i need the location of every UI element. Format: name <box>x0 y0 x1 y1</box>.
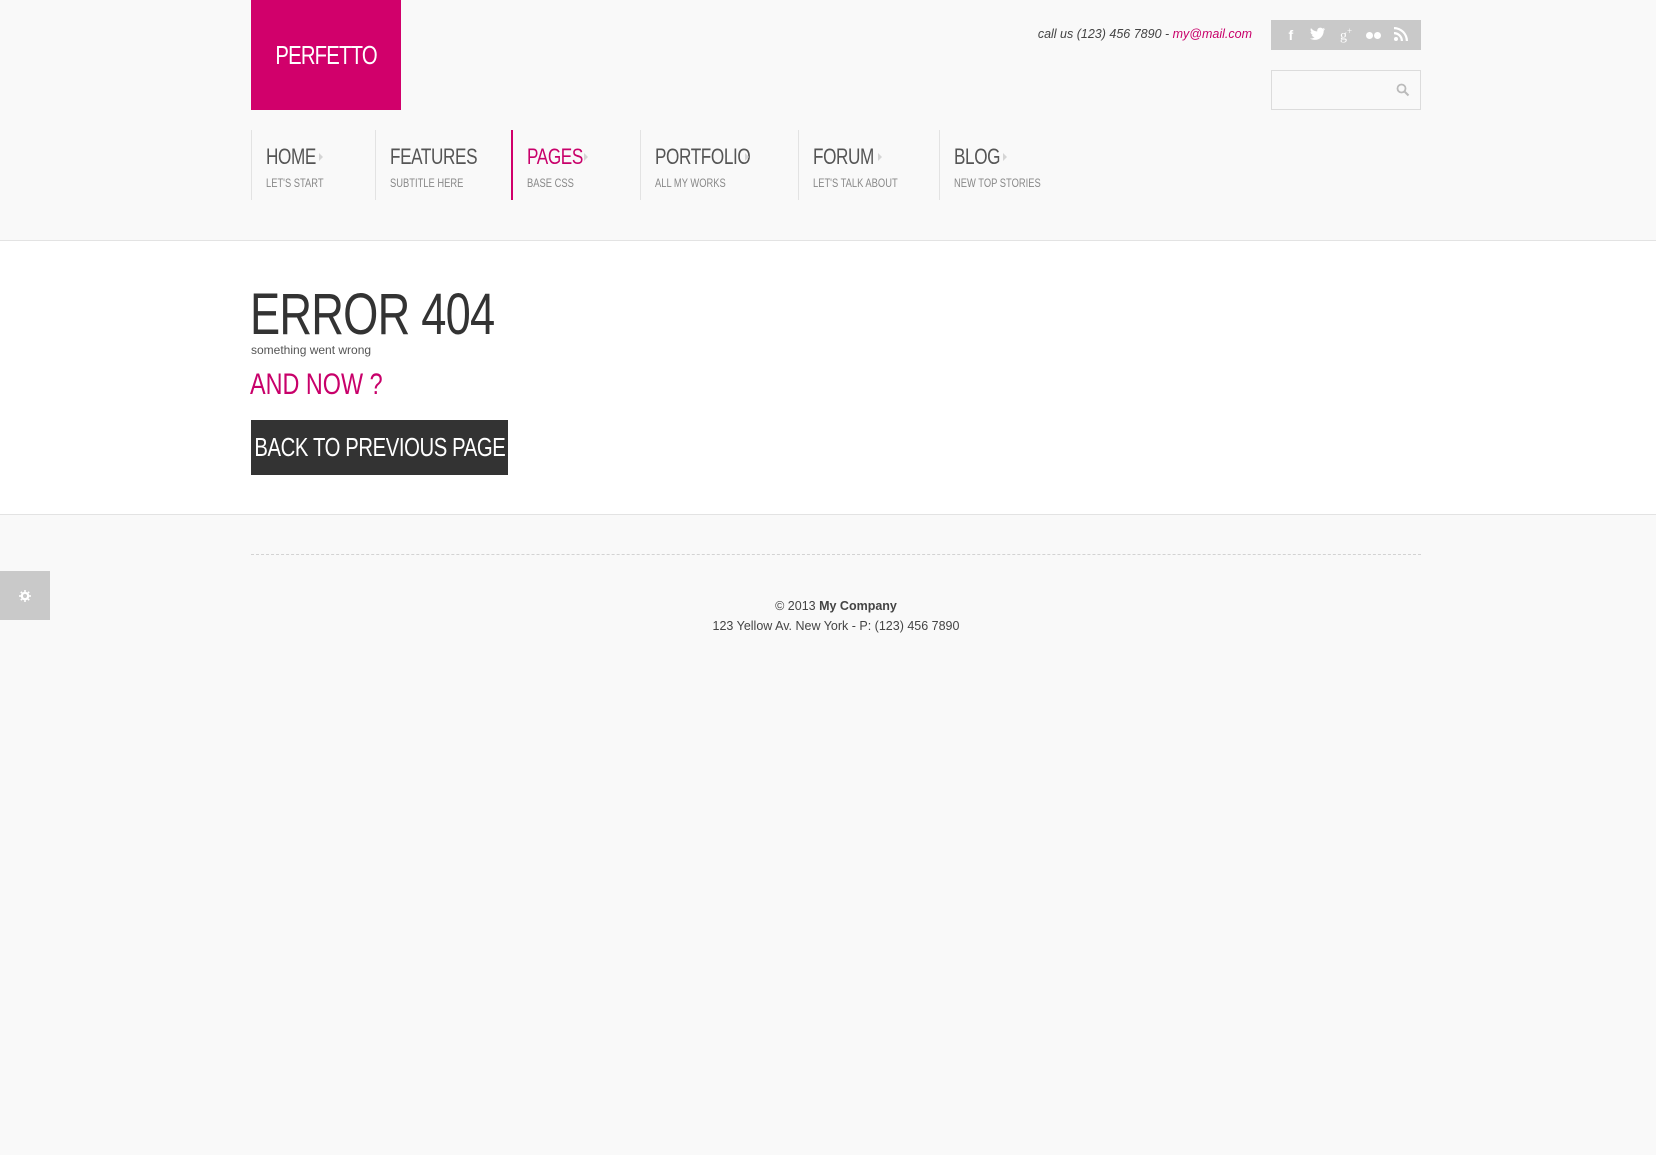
gear-icon <box>19 589 31 602</box>
google-plus-icon[interactable]: g+ <box>1334 26 1358 45</box>
nav-item-subtitle: LET'S START <box>266 176 324 190</box>
and-now-text: AND NOW ? <box>250 368 383 401</box>
nav-item-label: PAGES <box>527 144 583 169</box>
contact-email-link[interactable]: my@mail.com <box>1173 27 1252 41</box>
chevron-right-icon <box>584 153 588 161</box>
company-name: My Company <box>819 599 897 613</box>
nav-item-subtitle: SUBTITLE HERE <box>390 176 464 190</box>
footer-address: 123 Yellow Av. New York - P: (123) 456 7… <box>712 619 960 633</box>
logo-text: PERFETTO <box>275 39 377 70</box>
rss-icon[interactable] <box>1389 26 1413 44</box>
nav-item-forum[interactable]: FORUM LET'S TALK ABOUT <box>798 130 939 200</box>
nav-item-label: PORTFOLIO <box>655 144 751 169</box>
site-footer: © 2013 My Company 123 Yellow Av. New Yor… <box>0 596 1656 636</box>
nav-item-subtitle: NEW TOP STORIES <box>954 176 1041 190</box>
nav-item-home[interactable]: HOME LET'S START <box>251 130 375 200</box>
nav-item-label: FEATURES <box>390 144 478 169</box>
nav-item-portfolio[interactable]: PORTFOLIO ALL MY WORKS <box>640 130 798 200</box>
facebook-icon[interactable]: f <box>1279 27 1303 43</box>
nav-item-subtitle: LET'S TALK ABOUT <box>813 176 898 190</box>
chevron-right-icon <box>319 153 323 161</box>
error-title-text: ERROR 404 <box>250 282 495 347</box>
nav-item-pages[interactable]: PAGES BASE CSS <box>511 130 640 200</box>
settings-toggle[interactable] <box>0 571 50 620</box>
chevron-right-icon <box>1003 153 1007 161</box>
error-section: ERROR 404 something went wrong AND NOW ?… <box>0 241 1656 515</box>
nav-item-label: BLOG <box>954 144 1001 169</box>
error-title: ERROR 404 <box>250 281 563 348</box>
search-box <box>1271 70 1421 110</box>
footer-divider <box>251 554 1421 555</box>
nav-item-subtitle: ALL MY WORKS <box>655 176 726 190</box>
chevron-right-icon <box>878 153 882 161</box>
social-bar: f g+ <box>1271 20 1421 50</box>
nav-item-label: FORUM <box>813 144 874 169</box>
contact-info: call us (123) 456 7890 - my@mail.com <box>1038 27 1252 41</box>
chevron-right-icon <box>745 153 749 161</box>
nav-item-label: HOME <box>266 144 316 169</box>
back-to-previous-page-button[interactable]: BACK TO PREVIOUS PAGE <box>251 420 508 475</box>
contact-phone: call us (123) 456 7890 - <box>1037 27 1173 41</box>
copyright-text: © 2013 <box>775 599 820 613</box>
search-input[interactable] <box>1272 71 1382 109</box>
footer-copyright: © 2013 My Company <box>0 596 1656 616</box>
nav-item-features[interactable]: FEATURES SUBTITLE HERE <box>375 130 511 200</box>
nav-item-subtitle: BASE CSS <box>527 176 574 190</box>
error-subtitle: something went wrong <box>251 343 372 357</box>
site-header: PERFETTO call us (123) 456 7890 - my@mai… <box>0 0 1656 241</box>
back-button-label: BACK TO PREVIOUS PAGE <box>253 432 506 462</box>
flickr-icon[interactable] <box>1362 31 1386 39</box>
main-nav: HOME LET'S START FEATURES SUBTITLE HERE … <box>251 130 1059 200</box>
nav-item-blog[interactable]: BLOG NEW TOP STORIES <box>939 130 1059 200</box>
logo[interactable]: PERFETTO <box>251 0 401 110</box>
search-icon[interactable] <box>1396 83 1410 97</box>
and-now-heading: AND NOW ? <box>250 368 420 402</box>
twitter-icon[interactable] <box>1306 27 1330 44</box>
